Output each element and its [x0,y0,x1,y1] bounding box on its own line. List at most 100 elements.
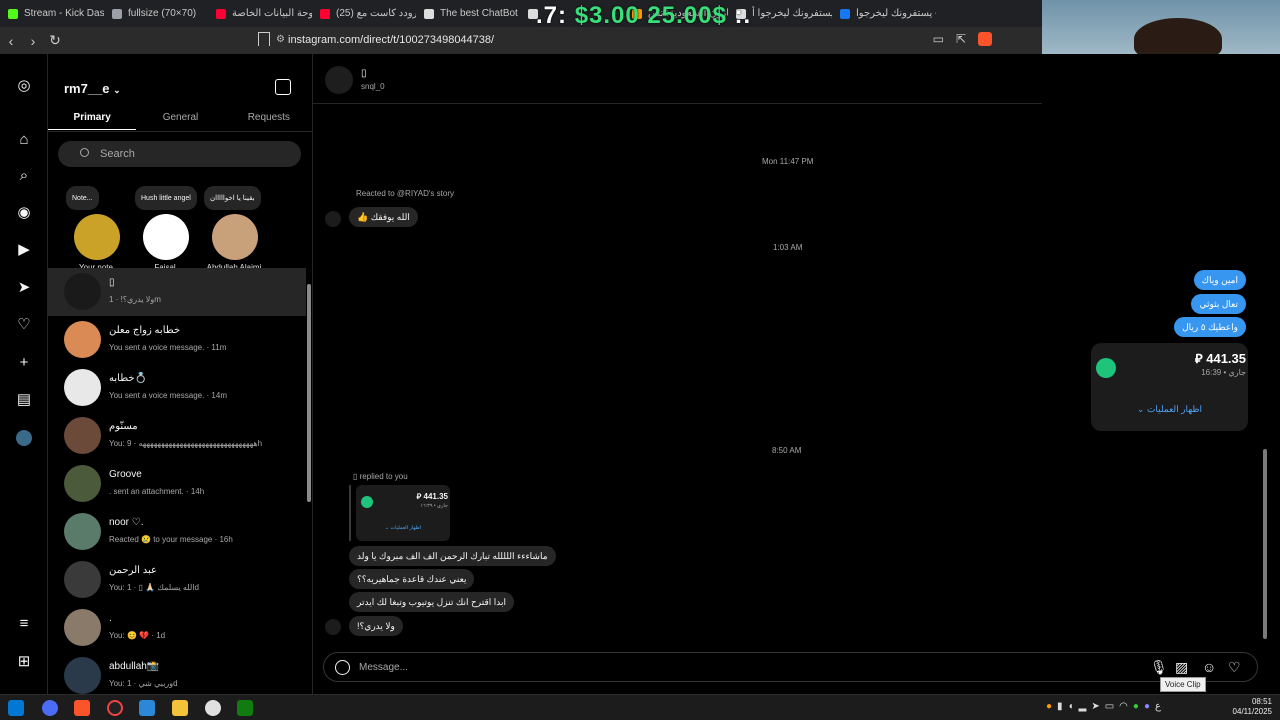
message-bubble-received[interactable]: يعني عندك قاعدة جماهيريه؟؟ [349,569,475,589]
messages-icon[interactable]: ➤ [16,280,32,296]
microphone-icon[interactable]: ▮ [1057,701,1063,712]
also-from-meta-icon[interactable]: ⊞ [16,654,32,670]
replied-balance-card[interactable]: 441.35 ⃁ جاري • ١٦:٣٩ اظهار العمليات ⌄ [356,485,450,541]
xbox-tray-icon[interactable]: ● [1133,701,1139,712]
telegram-icon[interactable]: ➤ [1091,701,1099,712]
browser-tab[interactable]: لوحة البيانات الخاصة [208,0,312,27]
system-tray: ● ▮ ◖ ▂ ➤ ▭ ◠ ● ● ع [1046,701,1161,712]
create-icon[interactable]: + [16,355,32,371]
xbox-icon[interactable] [237,700,253,716]
conversation-row[interactable]: عبد الرحمن You: الله يسلمك 🙏🏻 ▯ · 1d [48,556,306,604]
message-bubble-sent[interactable]: واعطيك ٥ ريال [1174,317,1246,337]
message-bubble-sent[interactable]: تعال بثوثي [1191,294,1246,314]
explore-icon[interactable]: ◉ [16,205,32,221]
windows-taskbar: ● ▮ ◖ ▂ ➤ ▭ ◠ ● ● ع 08:51 04/11/2025 [0,694,1280,720]
conversation-name: noor ♡. [109,517,144,528]
conversation-row[interactable]: abdullah📸 You: ورببي شي · 1d [48,652,306,694]
message-input[interactable]: Message... [359,662,408,673]
home-icon[interactable]: ⌂ [16,132,32,148]
settings-icon[interactable] [205,700,221,716]
bookmark-icon[interactable] [258,32,270,46]
more-menu-icon[interactable]: ≡ [16,616,32,632]
tray-app-icon[interactable]: ● [1046,701,1052,712]
volume-icon[interactable]: ◖ [1068,701,1074,712]
clock[interactable]: 08:51 04/11/2025 [1233,697,1272,717]
price-overlay: .7: $3.00 25.00$ :. [536,2,751,30]
reels-icon[interactable]: ▶ [16,242,32,258]
search-icon[interactable]: ⌕ [16,168,32,184]
conversation-row[interactable]: خطابه زواج معلن You sent a voice message.… [48,316,306,364]
dashboard-icon[interactable]: ▤ [16,392,32,408]
forward-icon[interactable]: › [22,33,44,49]
language-indicator[interactable]: ع [1155,701,1161,712]
chat-avatar[interactable] [325,66,353,94]
url-field[interactable]: instagram.com/direct/t/100273498044738/ [288,34,494,46]
sticker-icon[interactable]: ☺ [1202,659,1216,675]
account-switcher[interactable]: rm7__e ⌄ [64,81,121,96]
conversation-preview: . sent an attachment. · 14h [109,487,205,496]
browser-tab[interactable]: The best ChatBot in [416,0,520,27]
conversation-name: ▯ [109,277,115,288]
story-reaction-context: Reacted to @RIYAD's story [356,189,454,198]
message-bubble-sent[interactable]: امين وياك [1193,270,1246,290]
conversation-row[interactable]: مسنّوم You: ههههههههههههههههههههههههههههه… [48,412,306,460]
scrollbar-thumb[interactable] [307,284,311,502]
show-transactions-link[interactable]: اظهار العمليات ⌄ [356,525,450,531]
browser-tab[interactable]: Stream - Kick Dashb [0,0,104,27]
cast-icon[interactable]: ▭ [933,32,944,46]
shared-balance-card[interactable]: 441.35 ⃁ جاري • 16:39 اظهار العمليات ⌄ [1091,343,1248,431]
chat-scrollbar[interactable] [1261,124,1269,644]
message-bubble-received[interactable]: ابدا اقترح انك تنزل يوتيوب وتبغا لك ايدت… [349,592,515,612]
brave-shield-icon[interactable] [978,32,992,46]
start-icon[interactable] [8,700,24,716]
reply-indicator-bar [349,485,351,541]
price-tail: :. [726,2,752,29]
brave-browser-icon[interactable] [74,700,90,716]
sender-avatar [325,211,341,227]
emoji-icon[interactable] [335,660,350,675]
browser-tab[interactable]: fullsize (70×70) [104,0,208,27]
profile-avatar[interactable] [16,430,32,446]
clock-time: 08:51 [1251,697,1272,706]
tab-requests[interactable]: Requests [225,110,313,130]
file-explorer-icon[interactable] [172,700,188,716]
message-bubble-received[interactable]: الله يوفقك 👍 [349,207,418,227]
scrollbar-thumb[interactable] [1263,449,1267,639]
edge-icon[interactable] [139,700,155,716]
heart-icon[interactable]: ♡ [1228,659,1241,675]
message-bubble-received[interactable]: ولا يدري؟! [349,616,403,636]
site-info-icon[interactable]: ⚙ [276,34,285,45]
conversation-row[interactable]: Groove . sent an attachment. · 14h [48,460,306,508]
conversation-scrollbar[interactable] [306,282,312,702]
chat-header: ▯ snql_0 [313,54,1042,104]
conversation-row[interactable]: خطابه💍 You sent a voice message. · 14m [48,364,306,412]
compose-icon[interactable] [275,79,291,95]
image-icon[interactable]: ▨ [1175,659,1188,675]
microphone-icon[interactable]: 🎙 [1150,659,1168,675]
battery-icon[interactable]: ▭ [1105,701,1114,712]
reload-icon[interactable]: ↻ [44,32,66,49]
message-composer[interactable]: Message... 🎙 ▨ ☺ ♡ [323,652,1258,682]
tab-primary[interactable]: Primary [48,110,137,130]
notifications-icon[interactable]: ♡ [16,317,32,333]
tab-label: Stream - Kick Dashb [24,8,104,19]
browser-tab[interactable]: (25) برودد كاست مع [312,0,416,27]
tab-favicon-icon [320,8,330,19]
discord-icon[interactable]: ● [1144,701,1150,712]
copilot-icon[interactable] [42,700,58,716]
network-icon[interactable]: ▂ [1079,701,1087,712]
wifi-icon[interactable]: ◠ [1119,701,1128,712]
conversation-row[interactable]: noor ♡. Reacted 😢 to your message · 16h [48,508,306,556]
chat-title[interactable]: ▯ [361,68,367,79]
message-bubble-received[interactable]: ماشاءءء اللللله تبارك الرحمن الف الف مبر… [349,546,556,566]
obs-icon[interactable] [107,700,123,716]
browser-tab[interactable]: يستفرونك ليخرجوا - [832,0,936,27]
show-transactions-link[interactable]: اظهار العمليات ⌄ [1091,404,1248,415]
share-icon[interactable]: ⇱ [956,32,966,46]
back-icon[interactable]: ‹ [0,33,22,49]
tab-general[interactable]: General [136,110,224,130]
conversation-row[interactable]: . You: 😊 💔 · 1d [48,604,306,652]
instagram-logo-icon[interactable]: ◎ [16,78,32,94]
conversation-row[interactable]: ▯ ولا يدري؟! · 1m [48,268,306,316]
search-input[interactable]: Search [58,141,301,167]
